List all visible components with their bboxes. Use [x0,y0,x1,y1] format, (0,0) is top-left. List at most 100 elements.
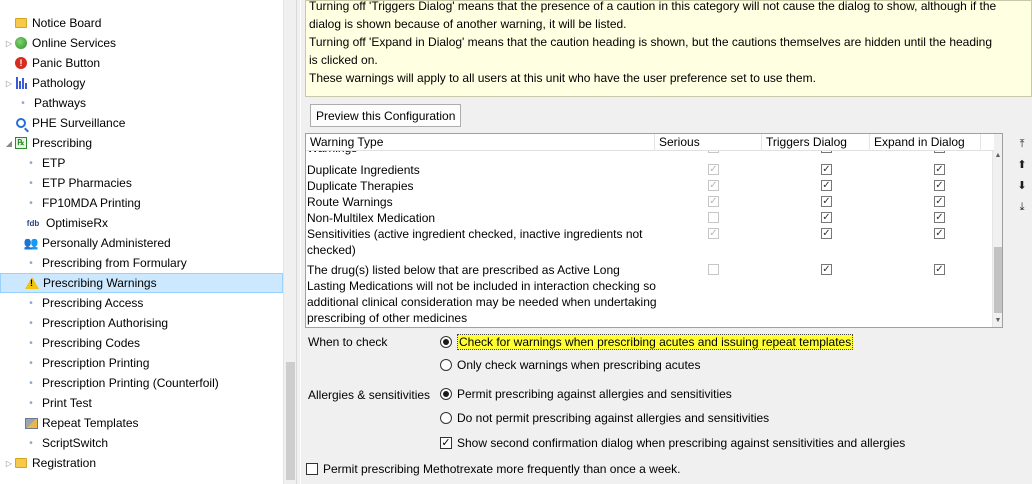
triggers-checkbox[interactable]: ✓ [821,264,832,275]
tree-scrollbar-thumb[interactable] [286,362,295,480]
grid-row[interactable]: The drug(s) listed below that are prescr… [306,262,994,327]
tree-item-label: Personally Administered [42,236,171,250]
tree-item-label: Prescription Printing (Counterfoil) [42,376,219,390]
option-label: Do not permit prescribing against allerg… [457,411,770,425]
column-header-serious[interactable]: Serious [655,134,762,151]
tree-item[interactable]: ! Panic Button [0,53,283,73]
methotrexate-checkbox[interactable] [306,463,318,475]
triggers-checkbox[interactable]: ✓ [821,180,832,191]
triggers-checkbox[interactable]: ✓ [821,164,832,175]
move-top-icon[interactable]: ⤒ [1013,136,1031,152]
tree-item[interactable]: ▷ Pathology [0,73,283,93]
warning-type-name: The drug(s) listed below that are prescr… [307,263,657,325]
allergies-option-0[interactable]: Permit prescribing against allergies and… [440,387,732,401]
tree-item-label: OptimiseRx [46,216,109,230]
tree-scrollbar[interactable] [283,0,296,484]
tree-item[interactable]: 👥 Personally Administered [0,233,283,253]
expander-icon[interactable]: ◢ [4,139,14,148]
grid-row[interactable]: Route Warnings ✓ ✓ ✓ [306,194,994,210]
serious-checkbox [708,212,719,223]
expand-checkbox[interactable]: ✓ [934,164,945,175]
tree-item[interactable]: PHE Surveillance [0,113,283,133]
warning-type-name: Route Warnings [307,195,393,209]
tree-item[interactable]: • Prescribing from Formulary [0,253,283,273]
tree-item[interactable]: • ScriptSwitch [0,433,283,453]
warning-type-name: Sensitivities (active ingredient checked… [307,227,643,257]
serious-checkbox: ✓ [708,228,719,239]
scroll-up-icon[interactable]: ▲ [993,150,1002,162]
methotrexate-checkbox-row[interactable]: Permit prescribing Methotrexate more fre… [306,462,681,476]
move-up-icon[interactable]: ⬆ [1013,157,1031,173]
tree-item[interactable]: • Prescribing Access [0,293,283,313]
expand-checkbox[interactable]: ✓ [934,228,945,239]
tree-item[interactable]: • Print Test [0,393,283,413]
triggers-checkbox[interactable]: ✓ [821,196,832,207]
tree-item-label: Prescribing from Formulary [42,256,187,270]
radio-button[interactable] [440,388,452,400]
move-down-icon[interactable]: ⬇ [1013,178,1031,194]
radio-button[interactable] [440,336,452,348]
repeat-templates-icon [24,416,38,430]
tree-item[interactable]: Repeat Templates [0,413,283,433]
dot-icon: • [29,297,33,309]
tree-item[interactable]: • Prescribing Codes [0,333,283,353]
warning-icon [25,276,39,290]
folder-icon [14,456,28,470]
tree-item[interactable]: ▷ Registration [0,453,283,473]
expand-checkbox[interactable]: ✓ [934,264,945,275]
triggers-checkbox[interactable]: ✓ [821,228,832,239]
tree-item[interactable]: • Prescription Printing [0,353,283,373]
expander-icon[interactable]: ▷ [4,39,14,48]
move-bottom-icon[interactable]: ⤓ [1013,199,1031,215]
tree-item[interactable]: • ETP [0,153,283,173]
tree-item[interactable]: • Prescription Printing (Counterfoil) [0,373,283,393]
dot-icon: • [29,197,33,209]
people-icon: 👥 [23,236,39,250]
expand-checkbox[interactable]: ✓ [934,180,945,191]
tree-item[interactable]: • ETP Pharmacies [0,173,283,193]
grid-row[interactable]: Duplicate Ingredients ✓ ✓ ✓ [306,162,994,178]
tree-item-label: Online Services [32,36,117,50]
tree-item[interactable]: ◢ ℞ Prescribing [0,133,283,153]
expand-checkbox[interactable]: ✓ [934,196,945,207]
tree-item[interactable]: ▷ Online Services [0,33,283,53]
expand-checkbox[interactable]: ✓ [934,212,945,223]
dot-icon: • [29,257,33,269]
dot-icon: • [29,397,33,409]
expander-icon[interactable]: ▷ [4,79,14,88]
tree-item[interactable]: • Pathways [0,93,283,113]
tree-item[interactable]: Prescribing Warnings [0,273,283,293]
warning-types-grid: Warning Type Serious Triggers Dialog Exp… [305,133,1003,328]
when-to-check-option-0[interactable]: Check for warnings when prescribing acut… [440,334,854,350]
radio-button[interactable] [440,359,452,371]
folder-icon [14,16,28,30]
column-header-triggers-dialog[interactable]: Triggers Dialog [762,134,870,151]
pane-splitter[interactable] [296,0,300,484]
grid-row[interactable]: Duplicate Therapies ✓ ✓ ✓ [306,178,994,194]
tree-item-label: ETP [42,156,66,170]
tree-item[interactable]: fdb OptimiseRx [0,213,283,233]
second-confirmation-checkbox[interactable]: ✓ [440,437,452,449]
tree-item[interactable]: • Prescription Authorising [0,313,283,333]
warning-type-name: Duplicate Therapies [307,179,414,193]
triggers-checkbox[interactable]: ✓ [821,212,832,223]
tree-item[interactable]: • FP10MDA Printing [0,193,283,213]
second-confirmation-checkbox-row[interactable]: ✓ Show second confirmation dialog when p… [440,436,905,450]
tree-item[interactable]: Notice Board [0,13,283,33]
option-label: Check for warnings when prescribing acut… [457,334,854,350]
scroll-down-icon[interactable]: ▼ [993,315,1002,327]
expander-icon[interactable]: ▷ [4,459,14,468]
grid-row[interactable]: Non-Multilex Medication ✓ ✓ [306,210,994,226]
info-box: Turning off 'Triggers Dialog' means that… [305,0,1032,97]
column-header-expand-in-dialog[interactable]: Expand in Dialog [870,134,981,151]
grid-row[interactable]: Sensitivities (active ingredient checked… [306,226,994,260]
grid-scrollbar[interactable]: ▲ ▼ [992,134,1002,327]
dot-icon: • [29,377,33,389]
allergies-option-1[interactable]: Do not permit prescribing against allerg… [440,411,769,425]
preview-configuration-button[interactable]: Preview this Configuration [310,104,462,127]
grid-scrollbar-thumb[interactable] [994,247,1002,313]
column-header-warning-type[interactable]: Warning Type [306,134,655,151]
option-label: Permit prescribing against allergies and… [457,387,732,401]
when-to-check-option-1[interactable]: Only check warnings when prescribing acu… [440,358,700,372]
radio-button[interactable] [440,412,452,424]
